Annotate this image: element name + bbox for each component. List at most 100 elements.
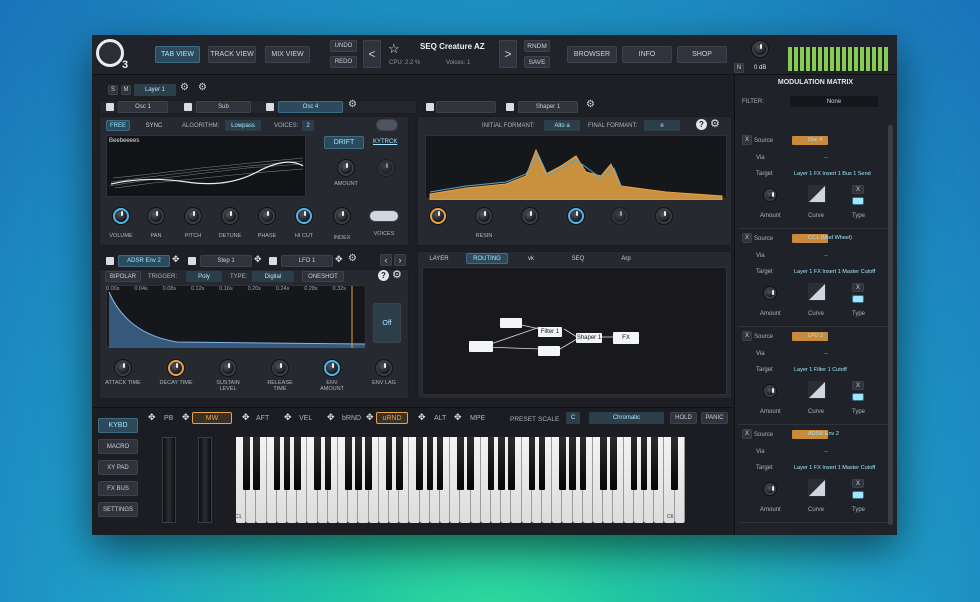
tab-vk[interactable]: vk xyxy=(516,253,546,264)
env-help-icon[interactable]: ? xyxy=(378,270,389,281)
type-x-button[interactable]: X xyxy=(852,381,864,390)
mw-button[interactable]: MW xyxy=(192,412,232,424)
shaper-resin-knob[interactable] xyxy=(476,208,492,224)
mod-prev-arrow[interactable]: ‹ xyxy=(380,254,392,266)
info-button[interactable]: INFO xyxy=(622,46,672,63)
routing-source-node-c[interactable] xyxy=(538,346,560,356)
type-select[interactable]: Digital xyxy=(252,271,294,282)
type-toggle-button[interactable] xyxy=(852,197,864,205)
sub-enable-checkbox[interactable] xyxy=(184,103,192,111)
tab-lfo-1[interactable]: LFO 1 xyxy=(281,255,333,267)
shaper-panel-gear-icon[interactable]: ⚙ xyxy=(710,117,720,130)
undo-button[interactable]: UNDO xyxy=(330,40,357,52)
target-value[interactable]: Layer 1 FX Insert 1 Master Cutoff xyxy=(794,269,886,275)
env-off-button[interactable]: Off xyxy=(373,303,401,343)
preset-prev-button[interactable]: < xyxy=(363,40,381,68)
black-key[interactable] xyxy=(345,437,352,490)
pitch-bend-wheel[interactable] xyxy=(162,437,176,523)
macro-tab[interactable]: MACRO xyxy=(98,439,138,454)
env-amount-knob[interactable] xyxy=(324,360,340,376)
black-key[interactable] xyxy=(385,437,393,490)
redo-button[interactable]: REDO xyxy=(330,56,357,68)
favorite-star-icon[interactable]: ☆ xyxy=(388,41,400,57)
alt-drag-icon[interactable]: ✥ xyxy=(418,412,426,423)
trigger-select[interactable]: Poly xyxy=(186,271,222,282)
mix-view-button[interactable]: MIX VIEW xyxy=(265,46,310,63)
tab-sub[interactable]: Sub xyxy=(196,101,251,113)
kytrck-label[interactable]: KYTRCK xyxy=(373,139,397,145)
lfo1-enable-checkbox[interactable] xyxy=(269,257,277,265)
tab-seq[interactable]: SEQ xyxy=(560,253,596,264)
shaper1-enable-checkbox[interactable] xyxy=(506,103,514,111)
type-toggle-button[interactable] xyxy=(852,295,864,303)
sustain-level-knob[interactable] xyxy=(220,360,236,376)
mod-wheel[interactable] xyxy=(198,437,212,523)
target-value[interactable]: Layer 1 FX Insert 1 Bus 1 Send xyxy=(794,171,886,177)
initial-formant-select[interactable]: Alto a xyxy=(544,120,580,131)
voices-value[interactable]: 2 xyxy=(302,120,314,131)
matrix-scrollbar[interactable] xyxy=(888,125,893,525)
bipolar-button[interactable]: BIPOLAR xyxy=(105,271,141,282)
release-time-knob[interactable] xyxy=(272,360,288,376)
tab-adsr-env-2[interactable]: ADSR Env 2 xyxy=(118,255,170,267)
routing-filter-node[interactable]: Filter 1 xyxy=(538,327,562,337)
black-key[interactable] xyxy=(457,437,464,490)
via-value[interactable]: -- xyxy=(824,155,828,161)
black-key[interactable] xyxy=(630,437,638,490)
aft-drag-icon[interactable]: ✥ xyxy=(242,412,250,423)
scale-key-select[interactable]: C xyxy=(566,412,580,424)
mod-next-arrow[interactable]: › xyxy=(394,254,406,266)
layer-mute-button[interactable]: M xyxy=(121,85,131,95)
layer-gear-icon[interactable]: ⚙ xyxy=(198,82,207,93)
black-key[interactable] xyxy=(314,437,321,490)
black-key[interactable] xyxy=(355,437,362,490)
black-key[interactable] xyxy=(243,437,250,490)
black-key[interactable] xyxy=(467,437,474,490)
pan-knob[interactable] xyxy=(148,208,164,224)
detune-knob[interactable] xyxy=(222,208,238,224)
curve-graph[interactable] xyxy=(808,283,826,301)
type-toggle-button[interactable] xyxy=(852,491,864,499)
via-value[interactable]: -- xyxy=(824,351,828,357)
adsr-enable-checkbox[interactable] xyxy=(106,257,114,265)
target-value[interactable]: Layer 1 Filter 1 Cutoff xyxy=(794,367,886,373)
osc-settings-icon[interactable]: ⚙ xyxy=(348,99,357,110)
type-x-button[interactable]: X xyxy=(852,283,864,292)
routing-source-node-b[interactable] xyxy=(469,341,493,352)
shop-button[interactable]: SHOP xyxy=(677,46,727,63)
fx-bus-tab[interactable]: FX BUS xyxy=(98,481,138,496)
urnd-button[interactable]: uRND xyxy=(376,412,408,424)
black-key[interactable] xyxy=(487,437,495,490)
kybd-tab[interactable]: KYBD xyxy=(98,418,138,433)
hold-button[interactable]: HOLD xyxy=(670,412,697,424)
random-button[interactable]: RNDM xyxy=(524,40,550,52)
env-gear-icon[interactable]: ⚙ xyxy=(392,268,402,281)
black-key[interactable] xyxy=(324,437,332,490)
osc4-enable-checkbox[interactable] xyxy=(266,103,274,111)
master-volume-knob[interactable] xyxy=(752,41,768,57)
routing-shaper-node[interactable]: Shaper 1 xyxy=(576,333,602,343)
env-lag-knob[interactable] xyxy=(376,360,392,376)
scale-type-select[interactable]: Chromatic xyxy=(589,412,664,424)
settings-tab[interactable]: SETTINGS xyxy=(98,502,138,517)
tab-osc-1[interactable]: Osc 1 xyxy=(118,101,168,113)
black-key[interactable] xyxy=(508,437,515,490)
shaper-knob-6[interactable] xyxy=(656,208,672,224)
black-key[interactable] xyxy=(416,437,423,490)
layer-settings-icon[interactable]: ⚙ xyxy=(180,82,189,93)
drift-button[interactable]: DRIFT xyxy=(324,136,364,149)
tab-shaper-blank[interactable] xyxy=(436,101,496,113)
black-key[interactable] xyxy=(396,437,403,490)
tab-step-1[interactable]: Step 1 xyxy=(200,255,252,267)
free-button[interactable]: FREE xyxy=(106,120,130,131)
step-drag-icon[interactable]: ✥ xyxy=(254,254,262,265)
type-x-button[interactable]: X xyxy=(852,479,864,488)
black-key[interactable] xyxy=(671,437,678,490)
curve-graph[interactable] xyxy=(808,381,826,399)
preset-name[interactable]: SEQ Creature AZ xyxy=(420,42,485,51)
lfo-drag-icon[interactable]: ✥ xyxy=(335,254,343,265)
urnd-drag-icon[interactable]: ✥ xyxy=(366,412,374,423)
pitch-bend-drag-icon[interactable]: ✥ xyxy=(148,412,156,423)
type-x-button[interactable]: X xyxy=(852,185,864,194)
curve-graph[interactable] xyxy=(808,185,826,203)
